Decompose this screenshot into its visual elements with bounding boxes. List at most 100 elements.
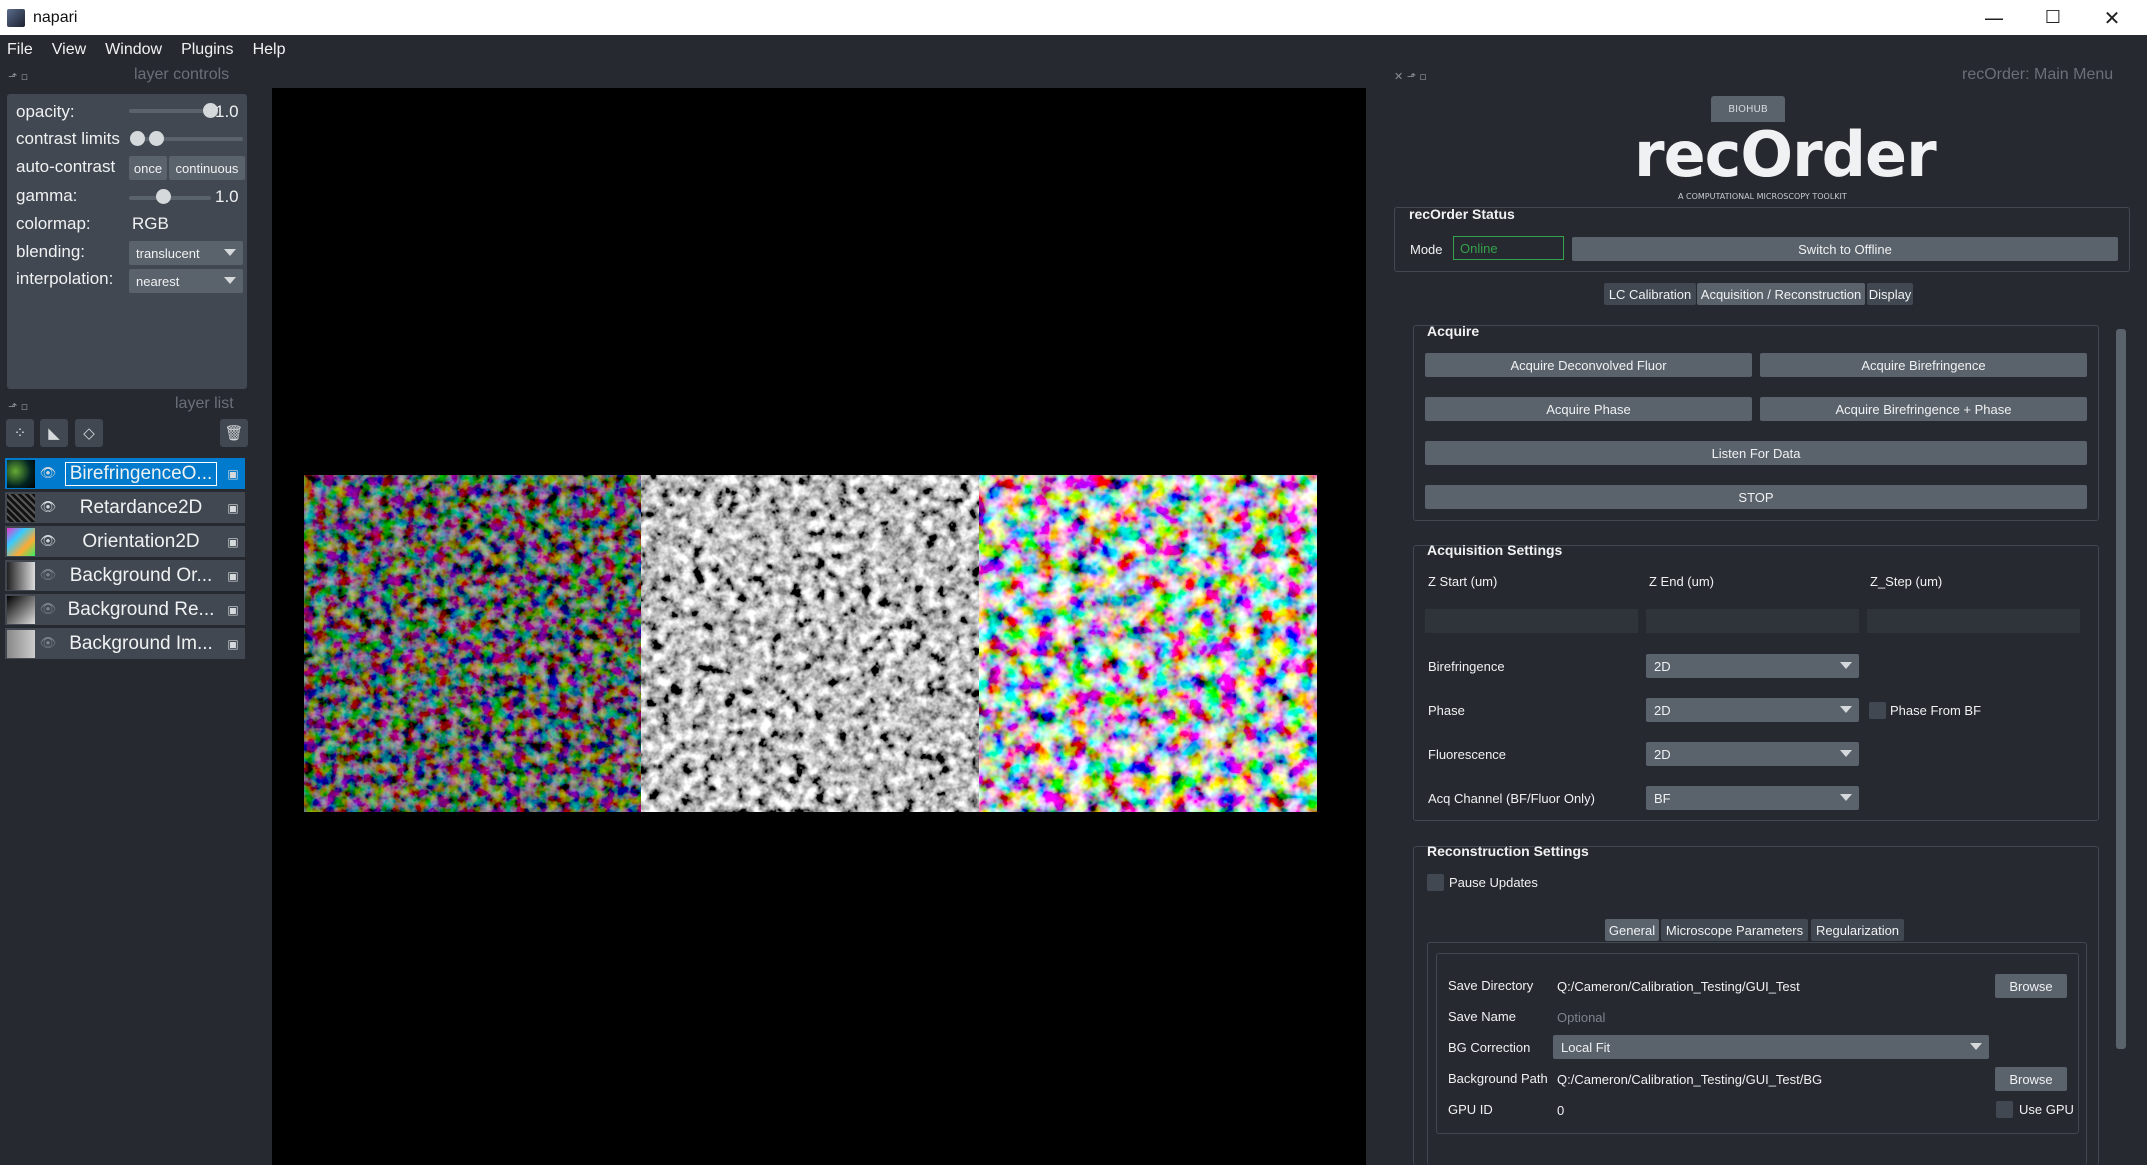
acquire-phase-button[interactable]: Acquire Phase (1425, 397, 1752, 421)
layer-row[interactable]: 👁 Background Im... ▣ (5, 628, 245, 659)
z-end-input[interactable] (1646, 609, 1859, 633)
maximize-icon[interactable]: ☐ (2024, 0, 2082, 35)
opacity-slider[interactable] (129, 109, 211, 113)
layer-thumbnail (7, 459, 35, 488)
chevron-down-icon (224, 249, 236, 256)
chevron-down-icon (1970, 1043, 1982, 1050)
layer-name[interactable]: Background Im... (61, 633, 221, 655)
auto-contrast-label: auto-contrast (16, 157, 116, 176)
fluorescence-select[interactable]: 2D (1646, 742, 1859, 766)
dock-float-icon[interactable]: ⬏ ▫ (8, 70, 28, 83)
layer-row[interactable]: 👁 Background Or... ▣ (5, 560, 245, 591)
acquire-birefringence-button[interactable]: Acquire Birefringence (1760, 353, 2087, 377)
recorder-logo-text: recOrder (1634, 118, 1937, 191)
layer-controls-panel: opacity: 1.0 contrast limits auto-contra… (7, 94, 247, 389)
pause-updates-label: Pause Updates (1449, 875, 1538, 890)
background-path-browse-button[interactable]: Browse (1995, 1067, 2067, 1091)
tab-display[interactable]: Display (1867, 283, 1913, 305)
visibility-eye-icon[interactable]: 👁 (35, 534, 61, 549)
layer-name[interactable]: Background Or... (61, 565, 221, 587)
image-layer-icon: ▣ (227, 636, 239, 651)
layer-name[interactable]: Orientation2D (61, 531, 221, 553)
phase-select[interactable]: 2D (1646, 698, 1859, 722)
phase-label: Phase (1428, 703, 1465, 718)
z-end-label: Z End (um) (1649, 574, 1715, 589)
fluorescence-label: Fluorescence (1428, 747, 1507, 762)
chevron-down-icon (1840, 750, 1852, 757)
stop-button[interactable]: STOP (1425, 485, 2087, 509)
layer-name[interactable]: BirefringenceO... (65, 461, 217, 486)
menu-file[interactable]: File (7, 41, 33, 59)
birefringence-select[interactable]: 2D (1646, 654, 1859, 678)
save-name-input[interactable]: Optional (1551, 1005, 1988, 1029)
bg-correction-label: BG Correction (1448, 1040, 1531, 1055)
background-path-input[interactable]: Q:/Cameron/Calibration_Testing/GUI_Test/… (1551, 1067, 1988, 1091)
delete-layer-icon[interactable]: 🗑 (220, 419, 248, 447)
phase-from-bf-checkbox[interactable] (1869, 702, 1886, 719)
acquisition-settings-group (1413, 545, 2099, 821)
visibility-eye-icon[interactable]: 👁 (35, 466, 61, 481)
layer-name[interactable]: Background Re... (61, 599, 221, 621)
z-start-label: Z Start (um) (1428, 574, 1498, 589)
layer-controls-title: layer controls (134, 66, 230, 83)
bg-correction-select[interactable]: Local Fit (1553, 1035, 1989, 1059)
layer-row[interactable]: 👁 Background Re... ▣ (5, 594, 245, 625)
layer-list-title: layer list (175, 395, 234, 412)
blending-value: translucent (136, 245, 200, 261)
new-points-layer-icon[interactable]: ⁘ (6, 419, 34, 447)
tab-lc-calibration[interactable]: LC Calibration (1604, 283, 1696, 305)
contrast-min-handle[interactable] (130, 131, 145, 146)
layer-row[interactable]: 👁 Orientation2D ▣ (5, 526, 245, 557)
gamma-slider-handle[interactable] (156, 189, 171, 204)
layer-row[interactable]: 👁 Retardance2D ▣ (5, 492, 245, 523)
use-gpu-checkbox[interactable] (1996, 1101, 2013, 1118)
save-directory-input[interactable]: Q:/Cameron/Calibration_Testing/GUI_Test (1551, 974, 1988, 998)
tab-acquisition-reconstruction[interactable]: Acquisition / Reconstruction (1697, 283, 1865, 305)
z-start-input[interactable] (1425, 609, 1638, 633)
interpolation-select[interactable]: nearest (129, 269, 243, 293)
layer-name[interactable]: Retardance2D (61, 497, 221, 519)
blending-select[interactable]: translucent (129, 241, 243, 265)
visibility-eye-icon[interactable]: 👁 (35, 500, 61, 515)
switch-offline-button[interactable]: Switch to Offline (1572, 237, 2118, 261)
subtab-general[interactable]: General (1605, 919, 1659, 941)
z-step-input[interactable] (1867, 609, 2080, 633)
acq-channel-select[interactable]: BF (1646, 786, 1859, 810)
image-layer-icon: ▣ (227, 500, 239, 515)
visibility-eye-icon[interactable]: 👁 (35, 636, 61, 651)
auto-contrast-once-button[interactable]: once (129, 156, 167, 180)
image-display (304, 475, 1317, 812)
close-icon[interactable]: ✕ (2083, 0, 2141, 35)
auto-contrast-continuous-button[interactable]: continuous (169, 156, 245, 180)
new-shapes-layer-icon[interactable]: ◣ (40, 419, 68, 447)
listen-for-data-button[interactable]: Listen For Data (1425, 441, 2087, 465)
dock-close-icon[interactable]: ✕ ⬏ ▫ (1394, 70, 1427, 83)
menu-view[interactable]: View (52, 41, 86, 59)
scrollbar[interactable] (2115, 311, 2127, 1165)
menu-help[interactable]: Help (253, 41, 286, 59)
acq-channel-label: Acq Channel (BF/Fluor Only) (1428, 791, 1595, 806)
layer-row[interactable]: 👁 BirefringenceO... ▣ (5, 458, 245, 489)
save-directory-browse-button[interactable]: Browse (1995, 974, 2067, 998)
menu-plugins[interactable]: Plugins (181, 41, 233, 59)
subtab-microscope-parameters[interactable]: Microscope Parameters (1661, 919, 1808, 941)
visibility-eye-icon[interactable]: 👁 (35, 602, 61, 617)
contrast-limits-label: contrast limits (16, 129, 120, 148)
viewer-canvas[interactable] (272, 88, 1366, 1165)
acquire-deconvolved-fluor-button[interactable]: Acquire Deconvolved Fluor (1425, 353, 1752, 377)
layer-thumbnail (7, 493, 35, 522)
subtab-regularization[interactable]: Regularization (1811, 919, 1904, 941)
dock-float-icon[interactable]: ⬏ ▫ (8, 400, 28, 413)
visibility-eye-icon[interactable]: 👁 (35, 568, 61, 583)
gpu-id-input[interactable]: 0 (1551, 1098, 1988, 1122)
new-labels-layer-icon[interactable]: ◇ (75, 419, 103, 447)
menu-window[interactable]: Window (105, 41, 162, 59)
layer-thumbnail (7, 561, 35, 590)
reconstruction-settings-title: Reconstruction Settings (1427, 843, 1589, 859)
minimize-icon[interactable]: — (1965, 0, 2023, 35)
contrast-max-handle[interactable] (149, 131, 164, 146)
scrollbar-handle[interactable] (2116, 329, 2126, 1049)
phase-select-value: 2D (1654, 702, 1671, 718)
acquire-birefringence-phase-button[interactable]: Acquire Birefringence + Phase (1760, 397, 2087, 421)
pause-updates-checkbox[interactable] (1427, 874, 1444, 891)
